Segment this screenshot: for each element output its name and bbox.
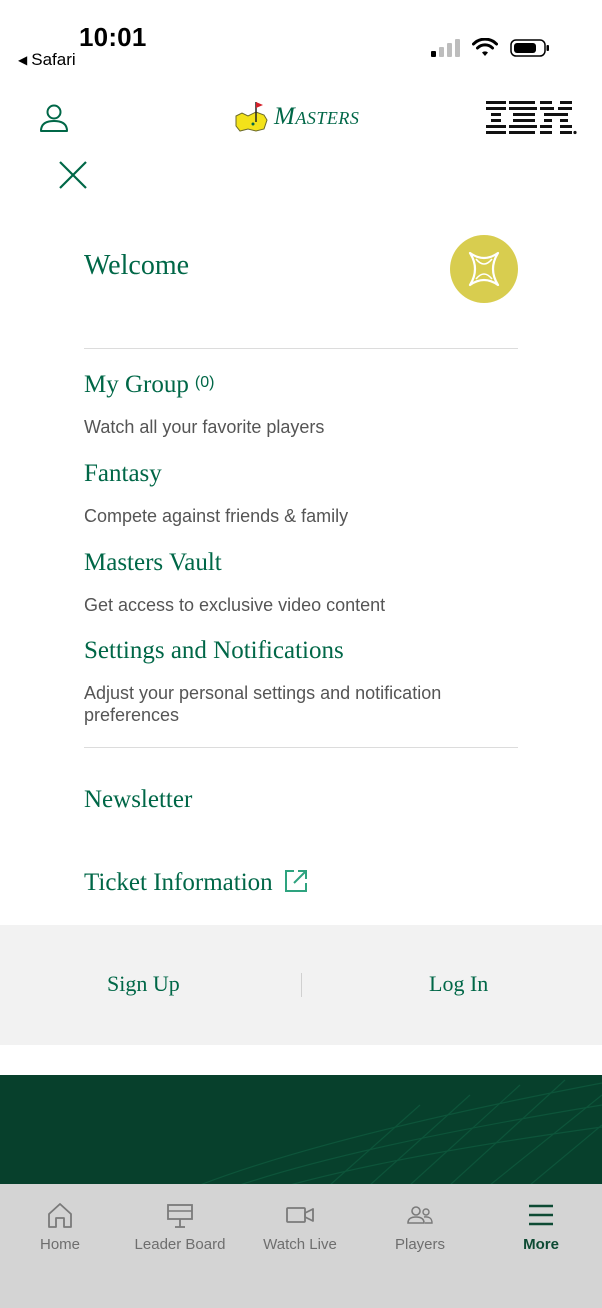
ibm-logo[interactable] <box>486 98 578 136</box>
signal-icon <box>431 39 460 57</box>
external-link-icon <box>284 870 307 892</box>
leaderboard-icon <box>167 1204 193 1228</box>
settings-subtitle: Adjust your personal settings and notifi… <box>84 683 442 725</box>
my-group-count: (0) <box>194 374 215 391</box>
sign-up-button[interactable]: Sign Up <box>107 971 180 997</box>
tab-watch-live[interactable]: Watch Live <box>240 1184 360 1264</box>
contour-lines-decoration <box>199 1079 602 1185</box>
tab-players-label: Players <box>394 1236 446 1253</box>
tab-leader-board[interactable]: Leader Board <box>120 1184 240 1264</box>
divider-top <box>84 348 518 349</box>
status-icons <box>430 38 550 58</box>
masters-vault-subtitle: Get access to exclusive video content <box>84 595 386 615</box>
tab-home-label: Home <box>39 1236 80 1253</box>
video-icon <box>286 1207 314 1223</box>
menu-item-fantasy[interactable]: Fantasy <box>84 460 162 488</box>
status-time: 10:01 <box>79 22 147 52</box>
log-in-button[interactable]: Log In <box>429 971 488 997</box>
menu-icon <box>529 1204 553 1226</box>
back-to-safari[interactable]: ◀ Safari <box>18 50 76 70</box>
tab-leader-board-label: Leader Board <box>134 1236 226 1253</box>
tab-more-label: More <box>523 1236 559 1253</box>
menu-item-settings[interactable]: Settings and Notifications <box>84 637 344 665</box>
menu-item-newsletter[interactable]: Newsletter <box>84 786 192 814</box>
my-group-title: My Group <box>84 371 189 398</box>
auth-separator <box>301 973 302 997</box>
masters-logo[interactable]: Masters <box>234 100 359 134</box>
tab-home[interactable]: Home <box>0 1184 120 1264</box>
tab-more[interactable]: More <box>481 1184 601 1264</box>
footer-green-band <box>0 1075 602 1185</box>
menu-item-my-group[interactable]: My Group (0) <box>84 371 214 399</box>
battery-icon <box>510 39 549 57</box>
welcome-heading: Welcome <box>84 250 190 281</box>
auth-panel: Sign Up Log In <box>0 925 602 1045</box>
profile-icon[interactable] <box>36 100 72 136</box>
back-app-label: Safari <box>31 50 76 69</box>
bottom-tab-bar: Home Leader Board Watch Live Players Mor… <box>0 1184 602 1308</box>
menu-item-ticket-information[interactable]: Ticket Information <box>84 868 309 897</box>
augusta-map-flag-icon <box>235 102 268 132</box>
divider-bottom <box>84 747 518 748</box>
back-triangle-icon: ◀ <box>18 53 28 67</box>
wifi-icon <box>472 38 498 56</box>
players-icon <box>407 1206 433 1224</box>
ticket-information-label: Ticket Information <box>84 869 273 896</box>
close-icon[interactable] <box>56 158 90 192</box>
avatar-pattern-icon <box>468 251 500 287</box>
home-icon <box>48 1203 72 1228</box>
fantasy-subtitle: Compete against friends & family <box>84 506 349 526</box>
avatar[interactable] <box>450 235 518 303</box>
my-group-subtitle: Watch all your favorite players <box>84 417 325 437</box>
tab-watch-live-label: Watch Live <box>263 1236 337 1253</box>
masters-wordmark: Masters <box>274 103 360 130</box>
tab-players[interactable]: Players <box>360 1184 480 1264</box>
menu-item-masters-vault[interactable]: Masters Vault <box>84 549 222 577</box>
